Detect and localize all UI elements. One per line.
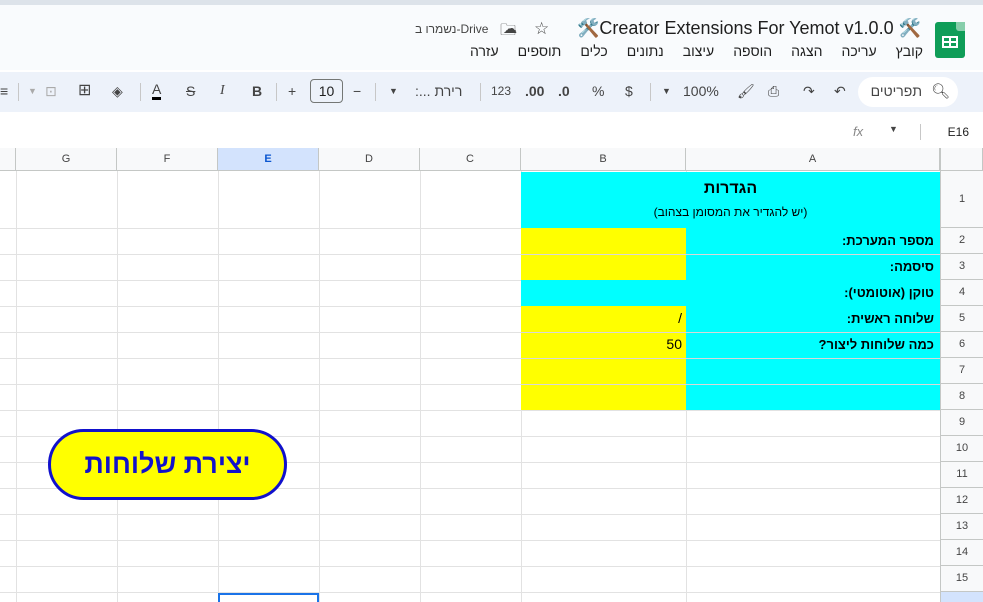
row-header-4[interactable]: 4 (940, 280, 983, 306)
column-header-d[interactable]: D (319, 148, 420, 171)
row-header-2[interactable]: 2 (940, 228, 983, 254)
column-header-a[interactable]: A (686, 148, 940, 171)
select-all-corner[interactable] (940, 148, 983, 171)
merge-cells-icon[interactable]: ⊡ (45, 81, 57, 101)
row-header-9[interactable]: 9 (940, 410, 983, 436)
strikethrough-icon[interactable]: S (186, 81, 195, 101)
cell-a6[interactable]: כמה שלוחות ליצור? (686, 332, 940, 358)
currency-format-button[interactable]: $ (625, 81, 633, 101)
menu-insert[interactable]: הוספה (733, 43, 772, 59)
formula-bar: E16 ▼ fx (0, 118, 983, 146)
column-header-e[interactable]: E (218, 148, 319, 171)
percent-format-button[interactable]: % (592, 81, 604, 101)
star-icon[interactable]: ☆ (534, 19, 549, 46)
print-icon[interactable]: ⎙ (768, 81, 779, 101)
menu-format[interactable]: עיצוב (683, 43, 714, 59)
row-header-10[interactable]: 10 (940, 436, 983, 462)
create-extensions-button[interactable]: יצירת שלוחות (48, 429, 287, 500)
more-formats-button[interactable]: 123 (491, 81, 511, 101)
undo-icon[interactable]: ↶ (834, 81, 846, 101)
font-dropdown-icon[interactable]: ▼ (389, 81, 398, 101)
fx-icon: fx (853, 124, 864, 139)
menu-extensions[interactable]: תוספים (518, 43, 562, 59)
zoom-select[interactable]: 100% (683, 81, 719, 101)
column-header-g[interactable]: G (16, 148, 117, 171)
cloud-saved-icon: ☁ (503, 20, 517, 36)
cell-a5[interactable]: שלוחה ראשית: (686, 306, 940, 332)
sheets-logo-icon[interactable] (935, 22, 965, 58)
name-box-dropdown-icon[interactable]: ▼ (889, 124, 898, 134)
search-icon: 🔍︎ (930, 83, 950, 100)
cell-a2[interactable]: מספר המערכת: (686, 228, 940, 254)
label-password: סיסמה: (889, 259, 934, 274)
increase-font-size-icon[interactable]: + (288, 81, 296, 101)
settings-header-cell[interactable]: הגדרות (יש להגדיר את המסומן בצהוב) (521, 172, 940, 228)
selected-cell-e16[interactable] (218, 593, 319, 602)
zoom-dropdown-icon[interactable]: ▼ (662, 81, 671, 101)
label-system-number: מספר המערכת: (841, 233, 934, 248)
row-header-3[interactable]: 3 (940, 254, 983, 280)
menu-tools[interactable]: כלים (580, 43, 607, 59)
row-header-14[interactable]: 14 (940, 540, 983, 566)
menu-search-label: תפריטים (870, 83, 922, 99)
title-bar: 🛠️Creator Extensions For Yemot v1.0.0 🛠️… (0, 0, 983, 70)
row-header-6[interactable]: 6 (940, 332, 983, 358)
row-header-15[interactable]: 15 (940, 566, 983, 592)
font-family-select[interactable]: ריר‏ת ...: (415, 81, 462, 101)
value-main-extension: / (678, 310, 682, 326)
menu-bar: קובץ עריכה הצגה הוספה עיצוב נתונים כלים … (470, 43, 923, 59)
merge-dropdown-icon[interactable]: ▼ (28, 81, 37, 101)
column-header-b[interactable]: B (521, 148, 686, 171)
decrease-font-size-icon[interactable]: − (353, 81, 361, 101)
cell-a4[interactable]: טוקן (אוטומטי): (686, 280, 940, 306)
increase-decimal-button[interactable]: .00 (525, 81, 544, 101)
font-size-input[interactable]: 10 (310, 79, 343, 103)
fill-color-icon[interactable]: ◈ (112, 81, 123, 101)
align-icon[interactable]: ≡ (0, 81, 8, 101)
row-header-11[interactable]: 11 (940, 462, 983, 488)
bold-button[interactable]: B (252, 81, 262, 101)
cell-b4-token[interactable] (521, 280, 686, 306)
row-header-13[interactable]: 13 (940, 514, 983, 540)
spreadsheet-grid[interactable]: A B C D E F G 1 2 3 4 5 6 7 8 9 10 11 12… (0, 148, 983, 602)
label-main-extension: שלוחה ראשית: (846, 311, 934, 326)
text-color-button[interactable]: A (152, 81, 162, 100)
settings-title: הגדרות (703, 180, 758, 197)
menu-file[interactable]: קובץ (896, 43, 923, 59)
document-title[interactable]: 🛠️Creator Extensions For Yemot v1.0.0 🛠️ (577, 18, 921, 39)
column-header-c[interactable]: C (420, 148, 521, 171)
paint-format-icon[interactable]: 🖌︎ (737, 81, 755, 101)
italic-button[interactable]: I (220, 81, 225, 101)
row-header-5[interactable]: 5 (940, 306, 983, 332)
toolbar: תפריטים 🔍︎ ↶ ↷ ⎙ 🖌︎ 100% ▼ $ % .0 .00 12… (0, 72, 983, 112)
row-header-8[interactable]: 8 (940, 384, 983, 410)
label-extensions-count: כמה שלוחות ליצור? (818, 337, 934, 352)
menu-help[interactable]: עזרה (470, 43, 499, 59)
label-token: טוקן (אוטומטי): (844, 285, 934, 300)
column-header-f[interactable]: F (117, 148, 218, 171)
row-header-12[interactable]: 12 (940, 488, 983, 514)
settings-subtitle: (יש להגדיר את המסומן בצהוב) (653, 205, 808, 219)
borders-icon[interactable]: ⊞ (78, 81, 91, 101)
saved-status: נשמרו ב-Drive (415, 22, 489, 36)
decrease-decimal-button[interactable]: .0 (558, 81, 570, 101)
menu-search[interactable]: תפריטים 🔍︎ (858, 77, 958, 107)
window-edge (0, 0, 983, 5)
column-header-h[interactable] (0, 148, 16, 171)
name-box[interactable]: E16 (948, 125, 969, 139)
cell-a3[interactable]: סיסמה: (686, 254, 940, 280)
menu-data[interactable]: נתונים (627, 43, 664, 59)
row-header-7[interactable]: 7 (940, 358, 983, 384)
menu-view[interactable]: הצגה (791, 43, 822, 59)
row-header-16[interactable] (940, 592, 983, 602)
menu-edit[interactable]: עריכה (841, 43, 876, 59)
redo-icon[interactable]: ↷ (803, 81, 815, 101)
row-header-1[interactable]: 1 (940, 171, 983, 228)
value-extensions-count: 50 (666, 336, 682, 352)
